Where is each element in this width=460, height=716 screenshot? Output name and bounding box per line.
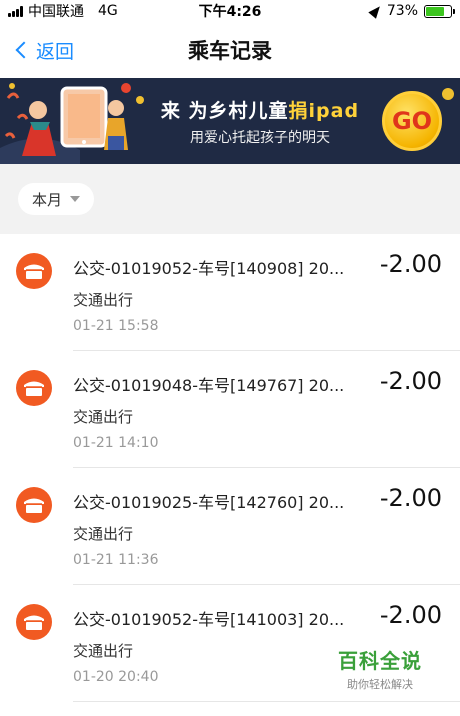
watermark: 百科全说 助你轻松解决	[325, 645, 435, 692]
carrier-name: 中国联通	[28, 4, 84, 20]
caret-down-icon	[70, 196, 81, 202]
record-time: 01-20 20:40	[73, 669, 159, 685]
nav-bar: 返回 乘车记录	[0, 22, 460, 78]
go-button[interactable]: GO	[382, 91, 442, 151]
month-filter-label: 本月	[32, 190, 63, 209]
shop-icon	[16, 487, 52, 523]
banner-subtitle: 用爱心托起孩子的明天	[190, 129, 330, 146]
record-category: 交通出行	[73, 642, 134, 660]
back-label: 返回	[36, 40, 75, 63]
record-time: 01-21 15:58	[73, 318, 159, 334]
record-category: 交通出行	[73, 291, 134, 309]
record-time: 01-21 14:10	[73, 435, 159, 451]
promo-banner[interactable]: 来 为乡村儿童捐ipad 用爱心托起孩子的明天 GO	[0, 78, 460, 164]
list-item[interactable]: 公交-01019025-车号[142760] 20... -2.00 交通出行 …	[0, 468, 460, 585]
record-amount: -2.00	[379, 367, 442, 395]
network-type: 4G	[98, 3, 118, 19]
filter-bar: 本月	[0, 164, 460, 234]
record-amount: -2.00	[379, 484, 442, 512]
banner-illustration	[0, 83, 144, 164]
banner-headline: 来 为乡村儿童捐ipad	[150, 96, 370, 123]
location-arrow-icon	[368, 3, 384, 19]
banner-headline-prefix: 来 为乡村儿童	[160, 99, 289, 122]
banner-headline-highlight: 捐ipad	[288, 99, 360, 122]
record-amount: -2.00	[379, 250, 442, 278]
list-item[interactable]: 公交-01019052-车号[140908] 20... -2.00 交通出行 …	[0, 234, 460, 351]
record-title: 公交-01019052-车号[140908] 20...	[73, 259, 345, 278]
signal-bars-icon	[8, 5, 23, 17]
list-item[interactable]: 公交-01019048-车号[149767] 20... -2.00 交通出行 …	[0, 351, 460, 468]
status-bar: 中国联通 4G 下午4:26 73%	[0, 0, 460, 22]
shop-icon	[16, 604, 52, 640]
battery-level	[426, 6, 444, 16]
record-time: 01-21 11:36	[73, 552, 159, 568]
battery-percent: 73%	[386, 3, 418, 19]
watermark-slogan: 助你轻松解决	[347, 678, 413, 691]
record-category: 交通出行	[73, 525, 134, 543]
month-filter-dropdown[interactable]: 本月	[18, 183, 95, 215]
record-amount: -2.00	[379, 601, 442, 629]
ornament-icon	[442, 88, 454, 100]
shop-icon	[16, 253, 52, 289]
page-title: 乘车记录	[188, 39, 272, 63]
battery-icon	[424, 4, 455, 18]
watermark-brand: 百科全说	[338, 649, 422, 673]
record-title: 公交-01019048-车号[149767] 20...	[73, 376, 345, 395]
chevron-left-icon	[15, 41, 33, 59]
record-list: 公交-01019052-车号[140908] 20... -2.00 交通出行 …	[0, 234, 460, 702]
record-title: 公交-01019052-车号[141003] 20...	[73, 610, 345, 629]
shop-icon	[16, 370, 52, 406]
record-category: 交通出行	[73, 408, 134, 426]
back-button[interactable]: 返回	[12, 22, 74, 78]
record-title: 公交-01019025-车号[142760] 20...	[73, 493, 345, 512]
